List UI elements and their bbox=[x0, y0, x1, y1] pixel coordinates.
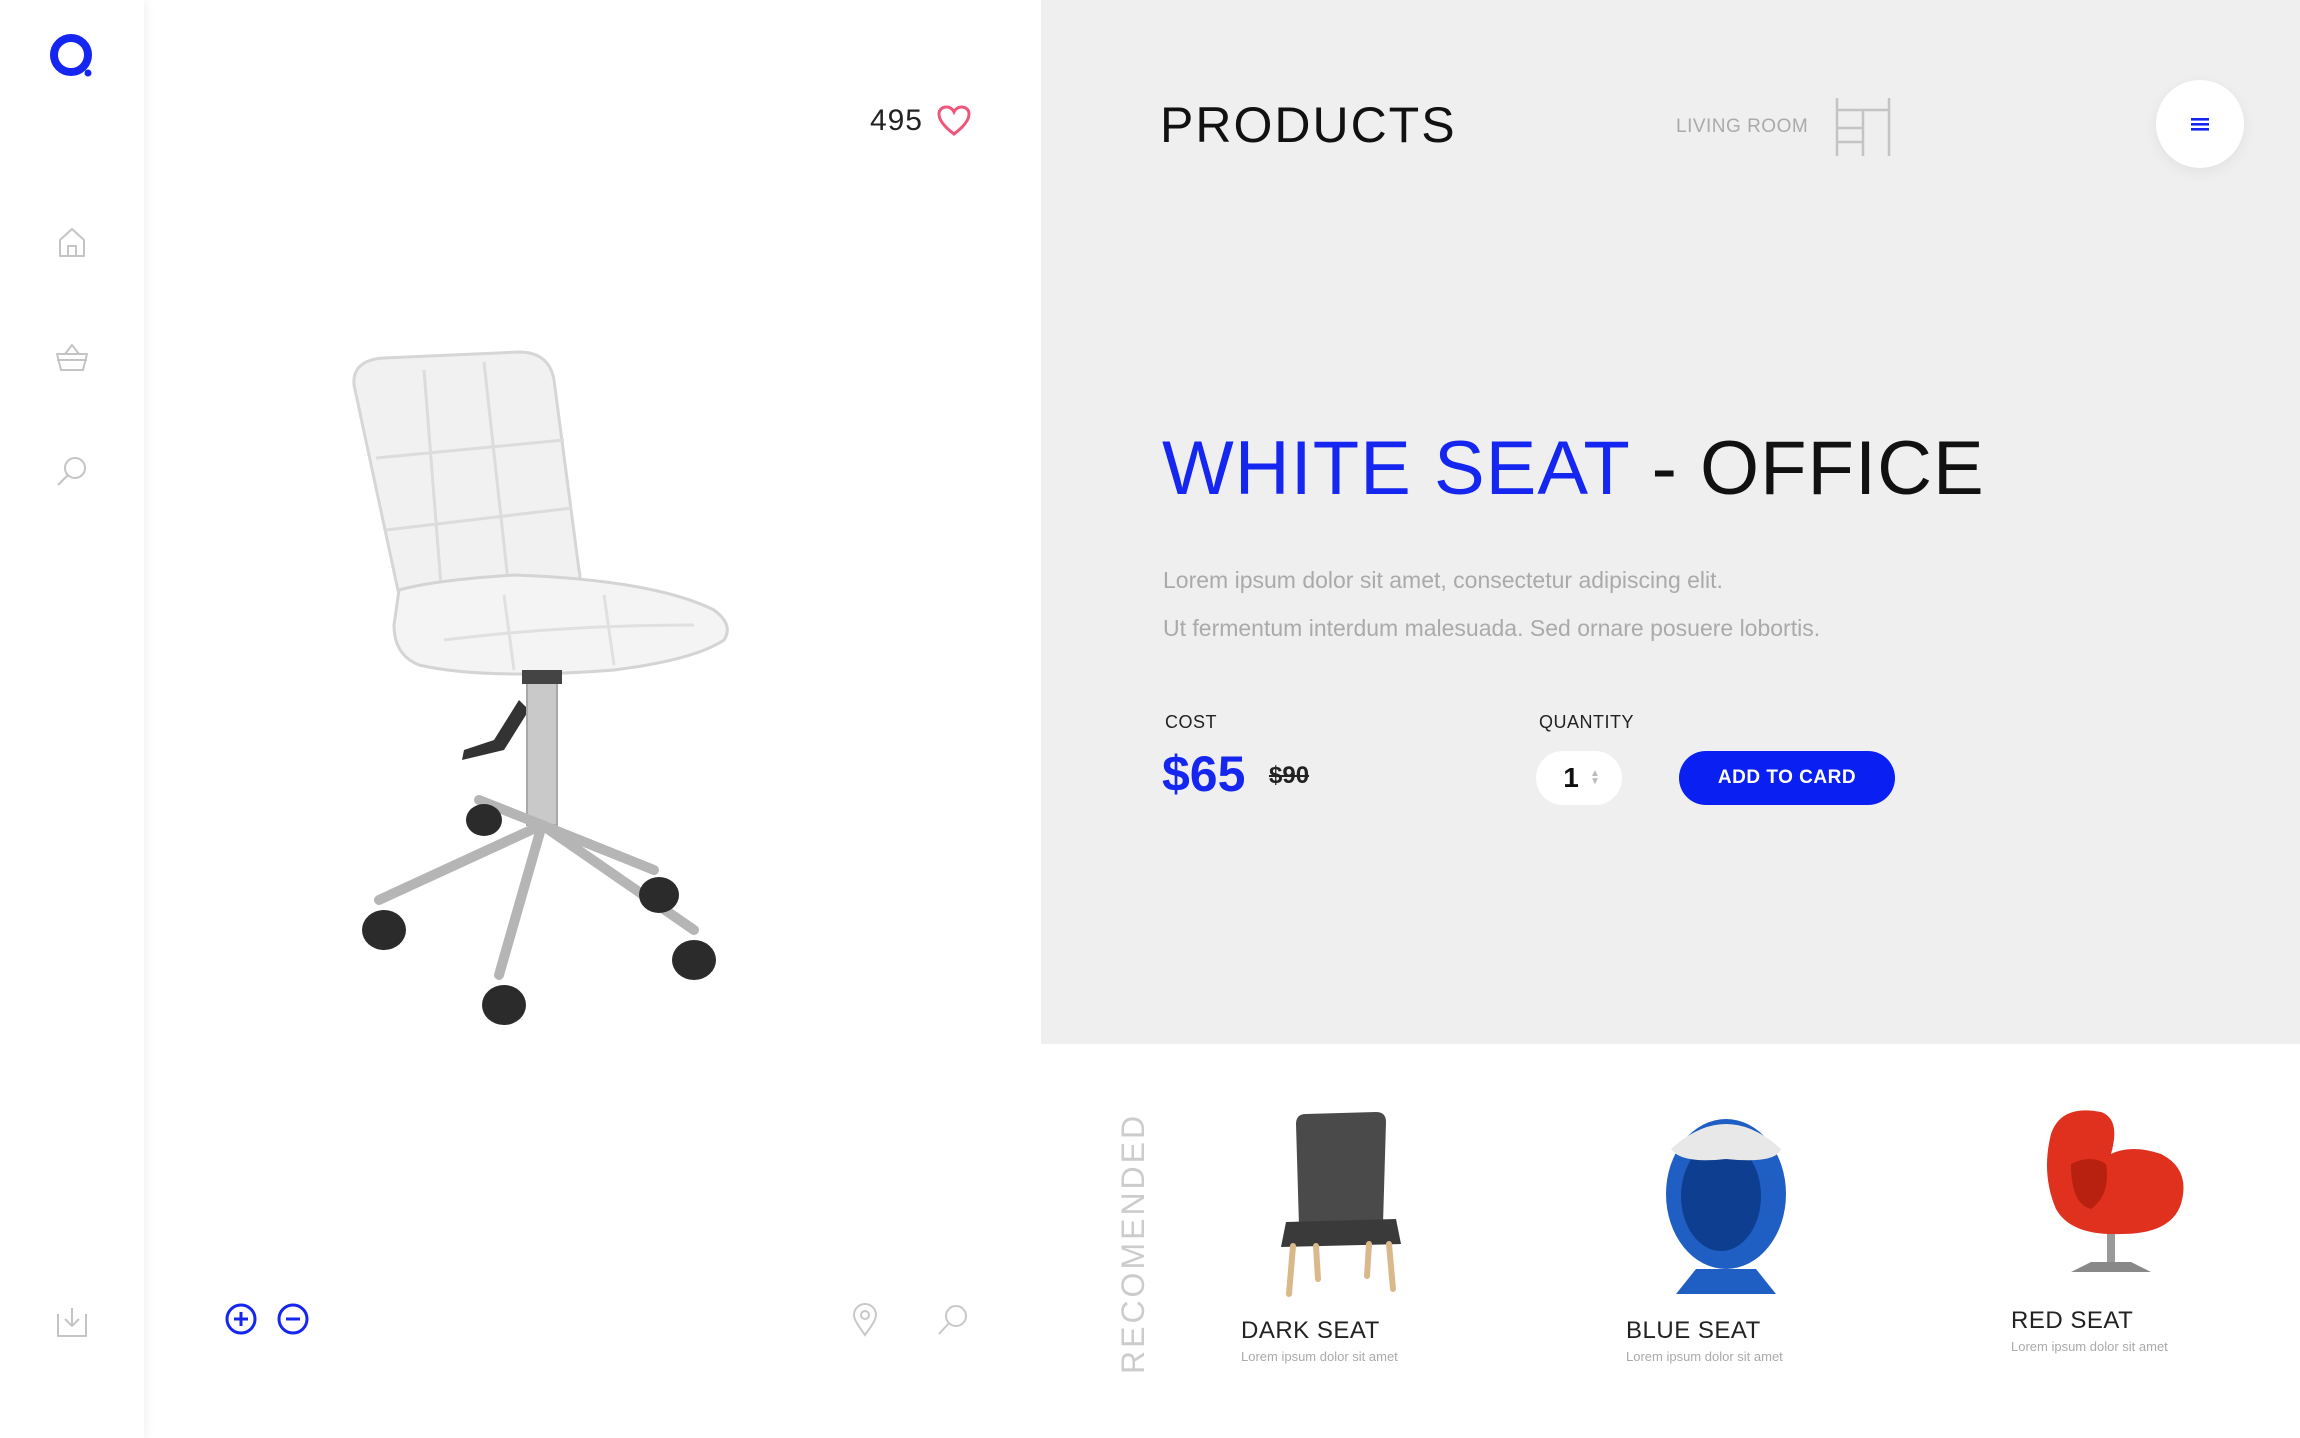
product-type: OFFICE bbox=[1700, 426, 1985, 511]
heart-icon[interactable] bbox=[937, 105, 971, 137]
recommended-item-name: RED SEAT bbox=[2011, 1307, 2134, 1334]
zoom-in-icon[interactable] bbox=[224, 1302, 258, 1336]
recommended-item[interactable]: RED SEAT Lorem ipsum dolor sit amet bbox=[2011, 1094, 2251, 1354]
recommended-item-name: BLUE SEAT bbox=[1626, 1317, 1761, 1344]
recommended-item-desc: Lorem ipsum dolor sit amet bbox=[2011, 1339, 2168, 1354]
dark-seat-image bbox=[1281, 1112, 1401, 1297]
title-separator: - bbox=[1629, 426, 1700, 511]
download-icon[interactable] bbox=[52, 1302, 92, 1342]
likes-counter[interactable]: 495 bbox=[870, 104, 971, 138]
brand-logo[interactable] bbox=[50, 34, 96, 80]
recommended-item[interactable]: DARK SEAT Lorem ipsum dolor sit amet bbox=[1241, 1104, 1481, 1364]
product-name: WHITE SEAT bbox=[1162, 426, 1630, 511]
description-line: Lorem ipsum dolor sit amet, consectetur … bbox=[1163, 567, 1723, 593]
menu-icon bbox=[2191, 118, 2209, 131]
price: $65 bbox=[1162, 746, 1246, 802]
quantity-stepper[interactable]: ▲▼ bbox=[1536, 751, 1622, 805]
blue-seat-image bbox=[1666, 1119, 1786, 1294]
cost-label: COST bbox=[1165, 712, 1218, 732]
recommended-section: RECOMENDED DARK SEAT Lorem ipsum dolor s… bbox=[1041, 1044, 2300, 1438]
basket-icon[interactable] bbox=[52, 338, 92, 378]
zoom-out-icon[interactable] bbox=[276, 1302, 310, 1336]
recommended-item[interactable]: BLUE SEAT Lorem ipsum dolor sit amet bbox=[1626, 1104, 1866, 1364]
sidebar bbox=[0, 0, 144, 1438]
zoom-controls bbox=[224, 1302, 310, 1336]
product-viewer: 495 bbox=[144, 0, 1041, 1438]
quantity-input[interactable] bbox=[1558, 762, 1585, 794]
old-price: $90 bbox=[1269, 762, 1310, 789]
likes-count: 495 bbox=[869, 104, 923, 137]
product-detail-panel: PRODUCTS LIVING ROOM WHITE SEAT - OFFICE… bbox=[1041, 0, 2300, 1044]
stepper-arrows[interactable]: ▲ ▼ bbox=[1590, 769, 1600, 787]
product-image bbox=[352, 350, 729, 1025]
search-icon[interactable] bbox=[935, 1302, 971, 1338]
product-description: Lorem ipsum dolor sit amet, consectetur … bbox=[1163, 556, 1820, 652]
recommended-item-desc: Lorem ipsum dolor sit amet bbox=[1241, 1349, 1398, 1364]
red-seat-image bbox=[2047, 1110, 2184, 1272]
location-pin-icon[interactable] bbox=[847, 1302, 883, 1338]
home-icon[interactable] bbox=[52, 222, 92, 262]
menu-button[interactable] bbox=[2156, 80, 2244, 168]
quantity-label: QUANTITY bbox=[1539, 712, 1635, 732]
viewer-tools bbox=[847, 1302, 971, 1338]
recommended-label: RECOMENDED bbox=[1115, 1112, 1151, 1374]
category-link[interactable]: LIVING ROOM bbox=[1676, 116, 1808, 138]
recommended-item-desc: Lorem ipsum dolor sit amet bbox=[1626, 1349, 1783, 1364]
description-line: Ut fermentum interdum malesuada. Sed orn… bbox=[1163, 615, 1821, 641]
add-to-cart-button[interactable]: ADD TO CARD bbox=[1679, 751, 1895, 805]
shelf-icon[interactable] bbox=[1833, 96, 1893, 158]
page-title: PRODUCTS bbox=[1160, 97, 1457, 153]
search-icon[interactable] bbox=[52, 452, 92, 492]
recommended-item-name: DARK SEAT bbox=[1241, 1317, 1380, 1344]
product-title: WHITE SEAT - OFFICE bbox=[1162, 425, 1985, 512]
